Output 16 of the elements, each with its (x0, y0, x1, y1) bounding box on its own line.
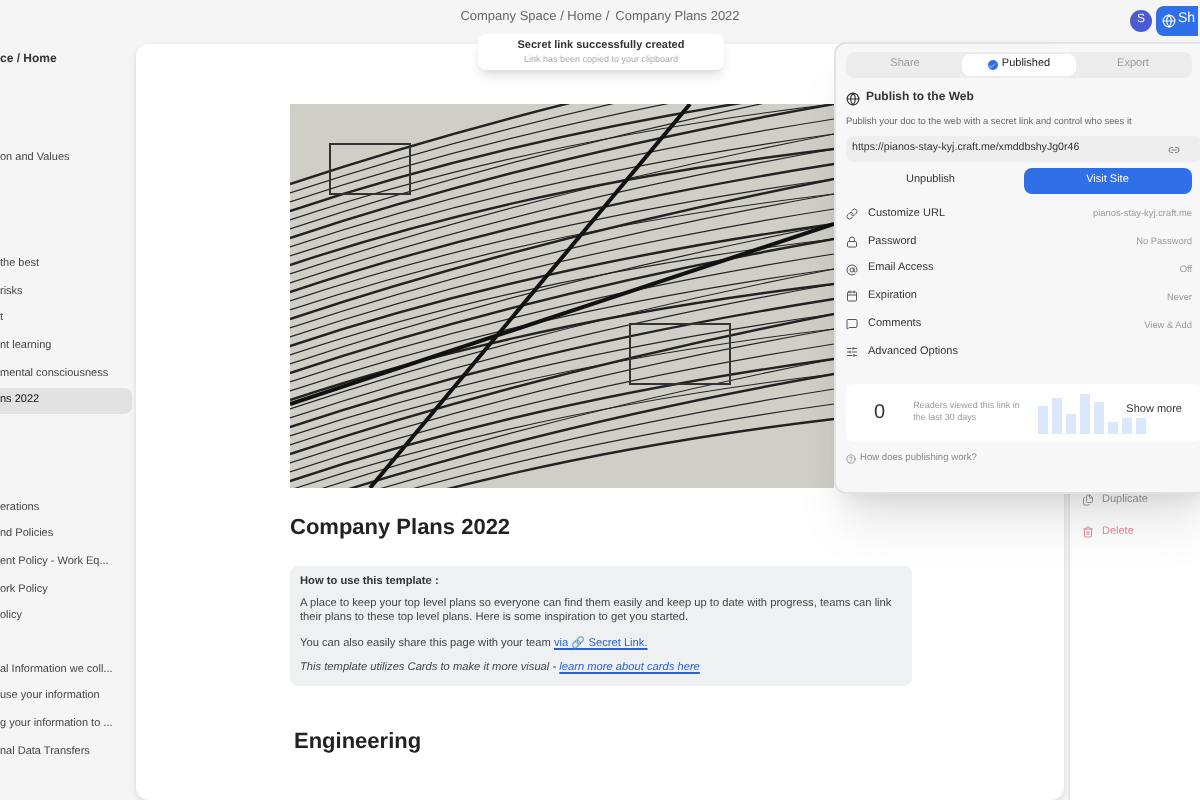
check-icon (987, 60, 998, 70)
sliders-icon (846, 345, 858, 358)
link-icon (846, 207, 858, 220)
lock-icon (846, 235, 858, 248)
reader-count: 0 (874, 399, 886, 428)
help-icon (846, 453, 856, 464)
comment-icon (846, 318, 858, 331)
globe-icon (846, 92, 860, 106)
section-heading: Engineering (294, 727, 424, 758)
trash-icon (1082, 526, 1094, 539)
document-title: Company Plans 2022 (290, 514, 513, 544)
calendar-icon (846, 290, 858, 303)
at-sign-icon (846, 263, 858, 276)
link-icon[interactable] (1168, 143, 1180, 156)
globe-icon (1162, 14, 1176, 28)
copy-icon (1082, 494, 1094, 507)
